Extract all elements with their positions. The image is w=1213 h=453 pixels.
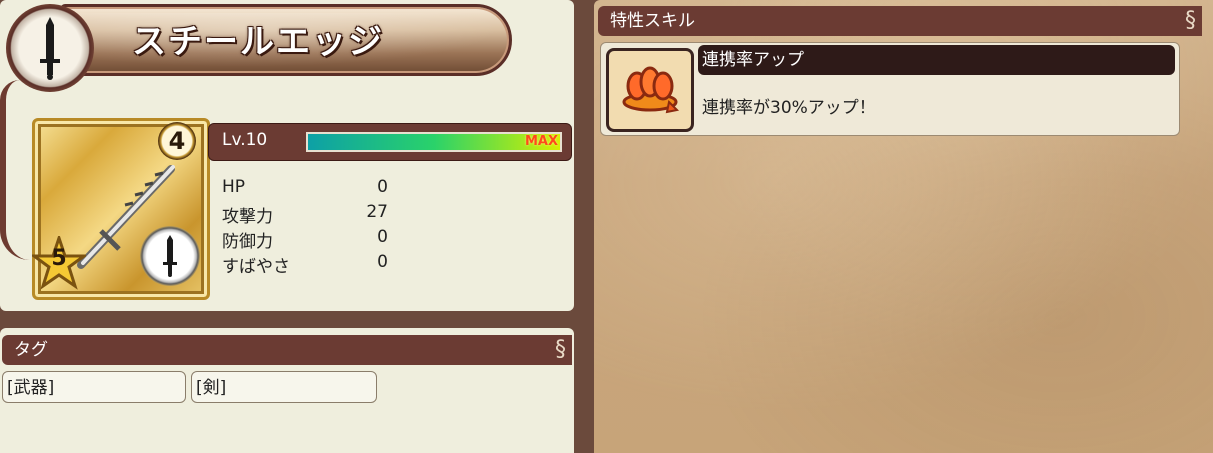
flourish-icon: § xyxy=(555,337,566,362)
flourish-icon: § xyxy=(1185,8,1196,33)
item-name: スチールエッジ xyxy=(132,22,384,62)
sword-icon xyxy=(6,4,94,92)
stat-row-defense: 防御力 0 xyxy=(222,227,388,252)
stat-label: 攻撃力 xyxy=(222,207,273,227)
exp-fill xyxy=(308,134,560,150)
max-label: MAX xyxy=(524,134,558,149)
tag-section-header: タグ § xyxy=(2,335,572,365)
level-label: Lv.10 xyxy=(222,130,268,150)
skill-header-label: 特性スキル xyxy=(610,11,695,31)
link-boost-icon xyxy=(606,48,694,132)
stat-row-attack: 攻撃力 27 xyxy=(222,202,388,227)
sword-type-icon xyxy=(140,226,200,286)
stat-row-hp: HP 0 xyxy=(222,177,388,197)
tag-item[interactable]: [剣] xyxy=(191,371,377,403)
stat-value: 0 xyxy=(377,227,388,247)
stat-value: 27 xyxy=(366,202,388,222)
tag-header-label: タグ xyxy=(14,340,48,360)
rank-badge: 4 xyxy=(158,122,196,160)
stat-value: 0 xyxy=(377,177,388,197)
stat-label: すばやさ xyxy=(222,257,290,277)
skill-section-header: 特性スキル § xyxy=(598,6,1202,36)
stat-value: 0 xyxy=(377,252,388,272)
skill-description: 連携率が30%アップ！ xyxy=(702,98,876,118)
skill-title: 連携率アップ xyxy=(698,45,1175,75)
stat-row-speed: すばやさ 0 xyxy=(222,252,388,277)
stat-label: 防御力 xyxy=(222,232,273,252)
rarity-number: 5 xyxy=(51,246,67,271)
stat-label: HP xyxy=(222,177,246,197)
exp-bar: MAX xyxy=(306,132,562,152)
tag-item[interactable]: [武器] xyxy=(2,371,186,403)
ornament-vine xyxy=(0,80,34,260)
